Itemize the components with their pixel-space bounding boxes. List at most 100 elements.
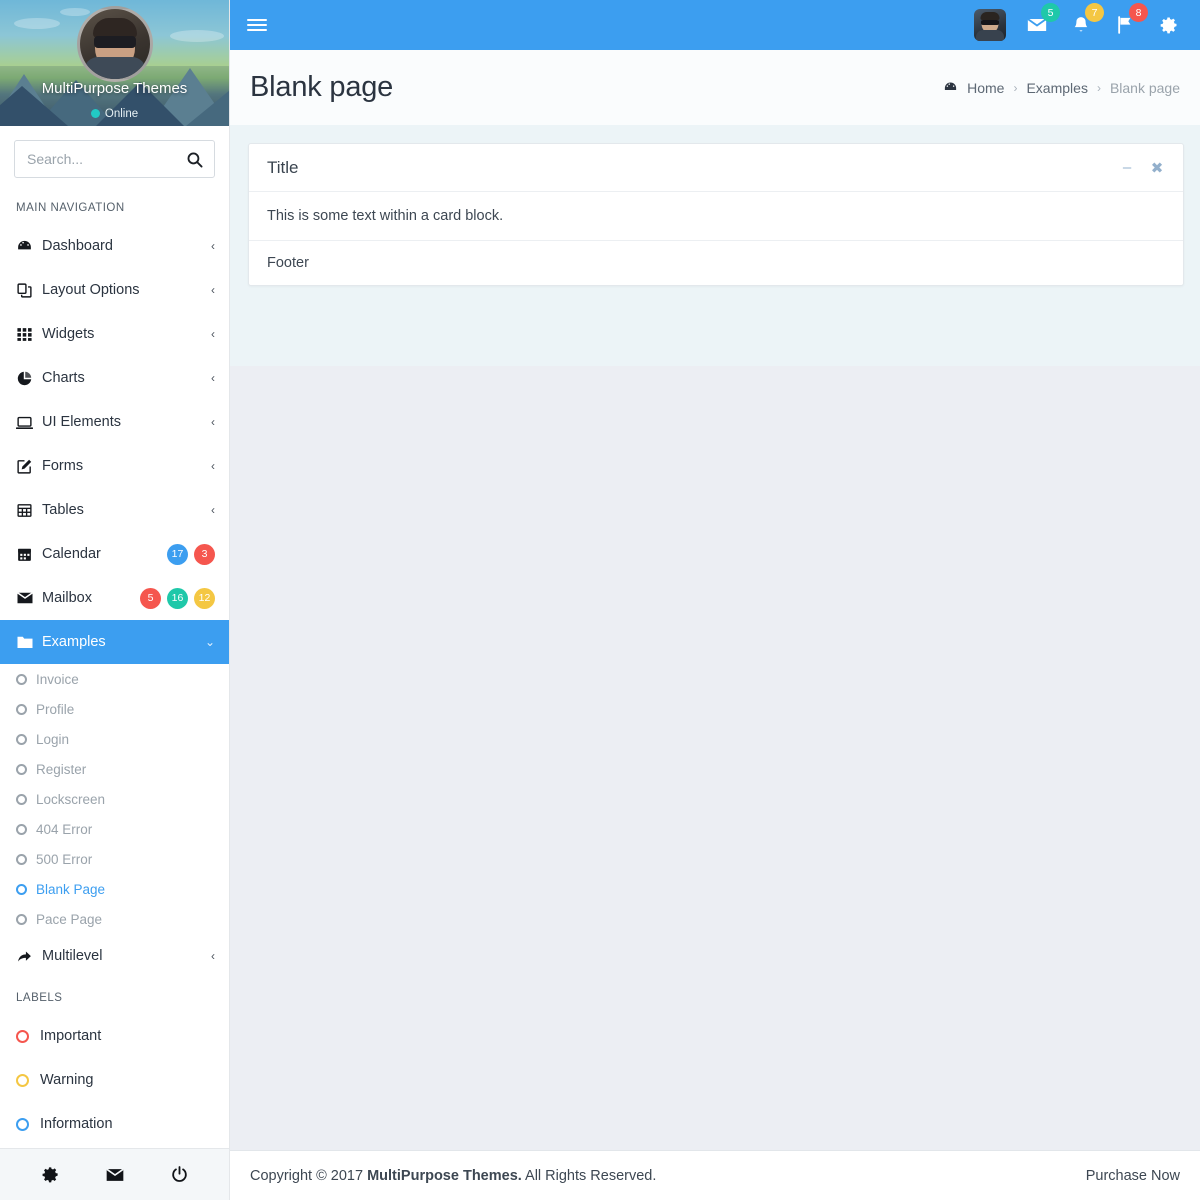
sidebar-footer xyxy=(0,1148,229,1200)
circle-icon xyxy=(16,1117,40,1131)
sidebar-subitem-404-error[interactable]: 404 Error xyxy=(0,814,229,844)
chevron-left-icon: ‹ xyxy=(211,415,215,429)
card-header: Title – ✖ xyxy=(249,144,1183,192)
chevron-left-icon: ‹ xyxy=(211,239,215,253)
chevron-left-icon: ‹ xyxy=(211,371,215,385)
topbar: 5 7 8 xyxy=(230,0,1200,50)
sidebar-user-name: MultiPurpose Themes xyxy=(41,80,188,97)
circle-icon xyxy=(16,763,36,775)
search-box xyxy=(14,140,215,178)
cloud-decoration xyxy=(170,30,224,42)
sidebar-nav: MAIN NAVIGATION Dashboard ‹ Layout Optio… xyxy=(0,188,229,1148)
sidebar-item-forms[interactable]: Forms ‹ xyxy=(0,444,229,488)
minimize-icon[interactable]: – xyxy=(1119,158,1135,178)
copyright-suffix: All Rights Reserved. xyxy=(521,1167,657,1184)
sidebar-item-label: Tables xyxy=(42,502,84,518)
hamburger-icon[interactable] xyxy=(230,0,284,50)
pie-chart-icon xyxy=(16,370,40,387)
dashboard-icon xyxy=(943,80,958,95)
circle-icon xyxy=(16,793,36,805)
topbar-actions: 5 7 8 xyxy=(974,0,1200,50)
sidebar-item-widgets[interactable]: Widgets ‹ xyxy=(0,312,229,356)
sidebar-subitem-register[interactable]: Register xyxy=(0,754,229,784)
gear-icon xyxy=(1160,17,1177,34)
chevron-left-icon: ‹ xyxy=(211,327,215,341)
close-icon[interactable]: ✖ xyxy=(1149,158,1165,178)
chevron-left-icon: ‹ xyxy=(211,459,215,473)
avatar-hair xyxy=(92,18,137,38)
sidebar-item-tables[interactable]: Tables ‹ xyxy=(0,488,229,532)
sidebar-user-panel: MultiPurpose Themes Online xyxy=(0,0,229,126)
breadcrumb-item-examples[interactable]: Examples xyxy=(1026,80,1087,96)
sidebar-subitem-label: Login xyxy=(36,731,70,747)
sidebar-item-examples[interactable]: Examples ⌄ xyxy=(0,620,229,664)
sidebar-subitem-label: Blank Page xyxy=(36,881,106,897)
status-badge: 3 xyxy=(194,543,215,565)
sidebar-label-information[interactable]: Information xyxy=(0,1102,229,1146)
circle-icon xyxy=(16,673,36,685)
sidebar-subitem-invoice[interactable]: Invoice xyxy=(0,664,229,694)
cloud-decoration xyxy=(60,8,90,16)
monitor-icon xyxy=(16,414,40,431)
circle-icon xyxy=(16,1073,40,1087)
copyright-brand: MultiPurpose Themes. xyxy=(367,1167,522,1184)
status-badge: 7 xyxy=(1085,3,1104,22)
breadcrumb-separator: › xyxy=(1096,80,1101,95)
sidebar-item-charts[interactable]: Charts ‹ xyxy=(0,356,229,400)
power-icon[interactable] xyxy=(170,1165,189,1184)
sidebar-subitem-lockscreen[interactable]: Lockscreen xyxy=(0,784,229,814)
sidebar-item-badges: 5 16 12 xyxy=(140,587,215,609)
tasks-button[interactable]: 8 xyxy=(1112,3,1148,40)
notifications-button[interactable]: 7 xyxy=(1068,3,1104,40)
sidebar-subitem-label: 500 Error xyxy=(36,851,93,867)
sidebar-status-label: Online xyxy=(104,108,139,120)
avatar-scarf xyxy=(83,57,146,79)
sidebar-item-label: Calendar xyxy=(42,546,101,562)
chevron-left-icon: ‹ xyxy=(211,283,215,297)
sidebar-subitem-pace-page[interactable]: Pace Page xyxy=(0,904,229,934)
envelope-icon xyxy=(16,589,40,607)
card-body: This is some text within a card block. xyxy=(249,192,1183,241)
status-badge: 8 xyxy=(1129,3,1148,22)
settings-button[interactable] xyxy=(1156,10,1182,40)
messages-button[interactable]: 5 xyxy=(1024,3,1060,40)
sidebar-label-text: Warning xyxy=(40,1072,94,1088)
sidebar-subitem-profile[interactable]: Profile xyxy=(0,694,229,724)
gear-icon[interactable] xyxy=(41,1165,60,1184)
sidebar-subitem-login[interactable]: Login xyxy=(0,724,229,754)
card-footer: Footer xyxy=(267,255,309,271)
sidebar-label-important[interactable]: Important xyxy=(0,1014,229,1058)
chevron-left-icon: ‹ xyxy=(211,949,215,963)
sidebar-item-multilevel[interactable]: Multilevel ‹ xyxy=(0,934,229,978)
sidebar-subitem-label: Register xyxy=(36,761,87,777)
sidebar-subitem-label: Pace Page xyxy=(36,911,103,927)
breadcrumb-item-home[interactable]: Home xyxy=(967,80,1004,96)
sidebar-item-mailbox[interactable]: Mailbox 5 16 12 xyxy=(0,576,229,620)
envelope-icon[interactable] xyxy=(105,1165,125,1185)
status-badge: 17 xyxy=(167,543,188,565)
breadcrumb-item-current: Blank page xyxy=(1109,79,1180,96)
sidebar-label-warning[interactable]: Warning xyxy=(0,1058,229,1102)
copyright-text: Copyright © 2017 MultiPurpose Themes. Al… xyxy=(250,1168,656,1184)
search-icon xyxy=(187,152,203,168)
avatar[interactable] xyxy=(76,6,153,82)
sidebar-item-ui-elements[interactable]: UI Elements ‹ xyxy=(0,400,229,444)
sidebar-item-layout-options[interactable]: Layout Options ‹ xyxy=(0,268,229,312)
sidebar-subitem-500-error[interactable]: 500 Error xyxy=(0,844,229,874)
purchase-now-link[interactable]: Purchase Now xyxy=(1086,1168,1180,1184)
status-badge: 12 xyxy=(194,587,215,609)
sidebar-item-calendar[interactable]: Calendar 17 3 xyxy=(0,532,229,576)
search-button[interactable] xyxy=(178,141,210,177)
sidebar-item-label: Forms xyxy=(42,458,84,474)
sidebar-item-badges: 17 3 xyxy=(167,543,215,565)
sidebar-item-label: Multilevel xyxy=(42,948,103,964)
calendar-icon xyxy=(16,546,40,563)
sidebar-item-dashboard[interactable]: Dashboard ‹ xyxy=(0,224,229,268)
circle-icon xyxy=(16,913,36,925)
circle-icon xyxy=(16,733,36,745)
circle-icon xyxy=(16,883,36,895)
sidebar-subitem-blank-page[interactable]: Blank Page xyxy=(0,874,229,904)
sidebar-item-label: Widgets xyxy=(42,326,95,342)
avatar[interactable] xyxy=(974,9,1006,41)
card-tools: – ✖ xyxy=(1119,158,1165,178)
